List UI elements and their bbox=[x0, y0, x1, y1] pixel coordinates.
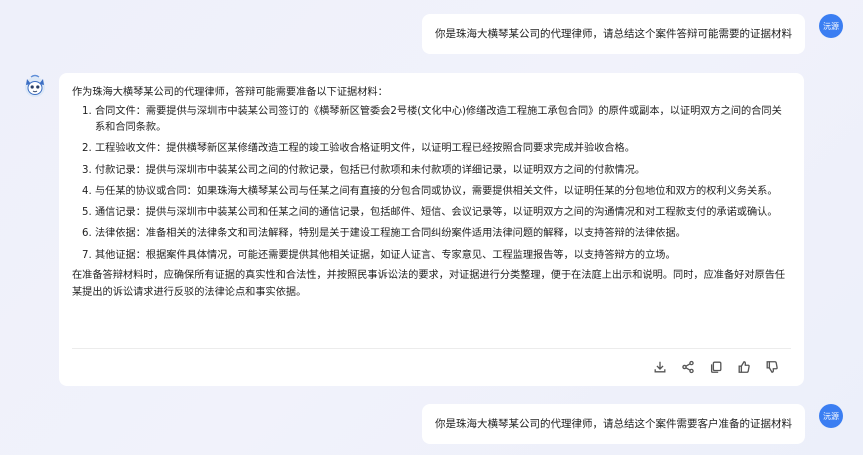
list-item-text: 工程验收文件：提供横琴新区某修缮改造工程的竣工验收合格证明文件，以证明工程已经按… bbox=[95, 143, 635, 155]
assistant-response-card: 作为珠海大横琴某公司的代理律师，答辩可能需要准备以下证据材料： 1. 合同文件：需… bbox=[59, 73, 804, 386]
list-item-text: 法律依据：准备相关的法律条文和司法解释，特别是关于建设工程施工合同纠纷案件适用法… bbox=[95, 228, 686, 240]
list-item: 1. 合同文件：需要提供与深圳市中装某公司签订的《横琴新区管委会2号楼(文化中心)… bbox=[82, 104, 791, 137]
list-item-number: 1. bbox=[82, 105, 92, 117]
copy-icon bbox=[710, 361, 721, 373]
list-item-number: 2. bbox=[82, 143, 92, 155]
list-item: 4. 与任某的协议或合同：如果珠海大横琴某公司与任某之间有直接的分包合同或协议，需… bbox=[82, 184, 791, 201]
divider bbox=[72, 348, 791, 349]
evidence-list: 1. 合同文件：需要提供与深圳市中装某公司签订的《横琴新区管委会2号楼(文化中心)… bbox=[72, 104, 791, 265]
response-intro: 作为珠海大横琴某公司的代理律师，答辩可能需要准备以下证据材料： bbox=[72, 87, 388, 98]
thumbs-down-icon bbox=[766, 360, 778, 373]
response-actions bbox=[651, 358, 780, 375]
copy-button[interactable] bbox=[707, 358, 724, 375]
list-item: 6. 法律依据：准备相关的法律条文和司法解释，特别是关于建设工程施工合同纠纷案件适… bbox=[82, 226, 791, 243]
list-item-text: 通信记录：提供与深圳市中装某公司和任某之间的通信记录，包括邮件、短信、会议记录等… bbox=[95, 207, 778, 219]
list-item-text: 其他证据：根据案件具体情况，可能还需要提供其他相关证据，如证人证言、专家意见、工… bbox=[95, 249, 676, 261]
thumbs-down-button[interactable] bbox=[763, 358, 780, 375]
list-item-text: 付款记录：提供与深圳市中装某公司之间的付款记录，包括已付款项和未付款项的详细记录… bbox=[95, 164, 646, 176]
list-item: 3. 付款记录：提供与深圳市中装某公司之间的付款记录，包括已付款项和未付款项的详细… bbox=[82, 163, 791, 180]
thumbs-up-icon bbox=[738, 360, 750, 373]
user-avatar: 沅源 bbox=[819, 404, 843, 428]
download-icon bbox=[654, 361, 665, 372]
list-item-number: 3. bbox=[82, 164, 92, 176]
list-item: 5. 通信记录：提供与深圳市中装某公司和任某之间的通信记录，包括邮件、短信、会议记… bbox=[82, 205, 791, 222]
share-button[interactable] bbox=[679, 358, 696, 375]
list-item-number: 7. bbox=[82, 249, 92, 261]
list-item-number: 5. bbox=[82, 207, 92, 219]
list-item-number: 6. bbox=[82, 228, 92, 240]
list-item: 2. 工程验收文件：提供横琴新区某修缮改造工程的竣工验收合格证明文件，以证明工程已… bbox=[82, 141, 791, 158]
user-message: 你是珠海大横琴某公司的代理律师，请总结这个案件答辩可能需要的证据材料 bbox=[422, 14, 805, 54]
list-item: 7. 其他证据：根据案件具体情况，可能还需要提供其他相关证据，如证人证言、专家意见… bbox=[82, 248, 791, 265]
user-message: 你是珠海大横琴某公司的代理律师，请总结这个案件需要客户准备的证据材料 bbox=[422, 404, 805, 444]
thumbs-up-button[interactable] bbox=[735, 358, 752, 375]
bot-avatar-icon bbox=[22, 73, 48, 99]
list-item-text: 与任某的协议或合同：如果珠海大横琴某公司与任某之间有直接的分包合同或协议，需要提… bbox=[95, 185, 778, 197]
download-button[interactable] bbox=[651, 358, 668, 375]
response-conclusion: 在准备答辩材料时，应确保所有证据的真实性和合法性，并按照民事诉讼法的要求，对证据… bbox=[72, 270, 786, 298]
list-item-number: 4. bbox=[82, 185, 92, 197]
share-icon bbox=[681, 360, 694, 373]
user-avatar: 沅源 bbox=[819, 14, 843, 38]
list-item-text: 合同文件：需要提供与深圳市中装某公司签订的《横琴新区管委会2号楼(文化中心)修缮… bbox=[95, 105, 782, 134]
